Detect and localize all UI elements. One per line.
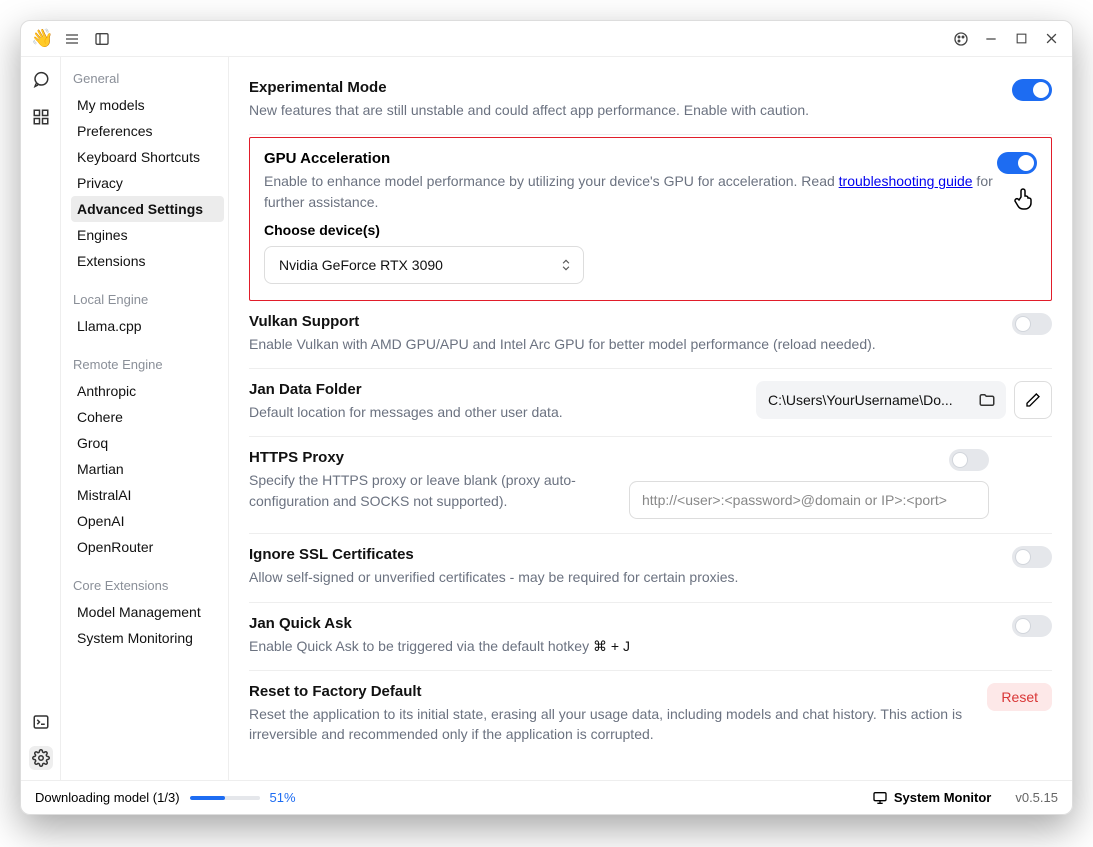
terminal-icon[interactable] — [29, 710, 53, 734]
gpu-device-selected: Nvidia GeForce RTX 3090 — [279, 257, 443, 273]
folder-icon — [978, 391, 996, 409]
datafolder-title: Jan Data Folder — [249, 381, 736, 398]
gpu-troubleshooting-link[interactable]: troubleshooting guide — [839, 173, 973, 189]
sidebar-item-martian[interactable]: Martian — [71, 456, 224, 482]
palette-icon[interactable] — [950, 28, 972, 50]
maximize-button[interactable] — [1010, 28, 1032, 50]
version-label: v0.5.15 — [1015, 790, 1058, 805]
datafolder-path[interactable]: C:\Users\YourUsername\Do... — [756, 381, 1006, 419]
datafolder-desc: Default location for messages and other … — [249, 402, 736, 422]
reset-desc: Reset the application to its initial sta… — [249, 704, 967, 745]
ssl-desc: Allow self-signed or unverified certific… — [249, 567, 992, 587]
experimental-desc: New features that are still unstable and… — [249, 100, 992, 120]
sidebar-item-keyboard-shortcuts[interactable]: Keyboard Shortcuts — [71, 144, 224, 170]
proxy-input[interactable] — [629, 481, 989, 519]
gpu-desc: Enable to enhance model performance by u… — [264, 171, 1037, 212]
sidebar-item-groq[interactable]: Groq — [71, 430, 224, 456]
sidebar-item-openai[interactable]: OpenAI — [71, 508, 224, 534]
sidebar-item-cohere[interactable]: Cohere — [71, 404, 224, 430]
sidebar-item-extensions[interactable]: Extensions — [71, 248, 224, 274]
gpu-device-select[interactable]: Nvidia GeForce RTX 3090 — [264, 246, 584, 284]
download-progress — [190, 796, 260, 800]
close-button[interactable] — [1040, 28, 1062, 50]
experimental-toggle[interactable] — [1012, 79, 1052, 101]
sidebar-item-advanced-settings[interactable]: Advanced Settings — [71, 196, 224, 222]
system-monitor-button[interactable]: System Monitor — [872, 790, 992, 806]
gpu-toggle[interactable] — [997, 152, 1037, 174]
gpu-choose-device-label: Choose device(s) — [264, 222, 1037, 238]
quickask-title: Jan Quick Ask — [249, 615, 992, 632]
chevron-updown-icon — [559, 258, 573, 272]
sidebar-group-header: Local Engine — [73, 292, 224, 307]
sidebar-item-llama.cpp[interactable]: Llama.cpp — [71, 313, 224, 339]
proxy-desc: Specify the HTTPS proxy or leave blank (… — [249, 470, 609, 511]
sidebar-item-my-models[interactable]: My models — [71, 92, 224, 118]
quickask-hotkey: ⌘ + J — [593, 638, 630, 654]
download-percent: 51% — [270, 790, 296, 805]
settings-icon[interactable] — [29, 746, 53, 770]
app-logo-icon: 👋 — [31, 28, 53, 49]
proxy-toggle[interactable] — [949, 449, 989, 471]
minimize-button[interactable] — [980, 28, 1002, 50]
sidebar-item-anthropic[interactable]: Anthropic — [71, 378, 224, 404]
vulkan-toggle[interactable] — [1012, 313, 1052, 335]
vulkan-desc: Enable Vulkan with AMD GPU/APU and Intel… — [249, 334, 992, 354]
sidebar-item-mistralai[interactable]: MistralAI — [71, 482, 224, 508]
reset-title: Reset to Factory Default — [249, 683, 967, 700]
sidebar-item-engines[interactable]: Engines — [71, 222, 224, 248]
chat-icon[interactable] — [29, 67, 53, 91]
grid-icon[interactable] — [29, 105, 53, 129]
gpu-acceleration-section: GPU Acceleration Enable to enhance model… — [249, 137, 1052, 301]
reset-button[interactable]: Reset — [987, 683, 1052, 711]
quickask-toggle[interactable] — [1012, 615, 1052, 637]
datafolder-edit-button[interactable] — [1014, 381, 1052, 419]
sidebar-item-system-monitoring[interactable]: System Monitoring — [71, 625, 224, 651]
sidebar-group-header: General — [73, 71, 224, 86]
sidebar-item-openrouter[interactable]: OpenRouter — [71, 534, 224, 560]
vulkan-title: Vulkan Support — [249, 313, 992, 330]
sidebar-item-privacy[interactable]: Privacy — [71, 170, 224, 196]
sidebar-item-preferences[interactable]: Preferences — [71, 118, 224, 144]
hamburger-icon[interactable] — [61, 28, 83, 50]
sidebar-group-header: Core Extensions — [73, 578, 224, 593]
ssl-toggle[interactable] — [1012, 546, 1052, 568]
sidebar-group-header: Remote Engine — [73, 357, 224, 372]
quickask-desc: Enable Quick Ask to be triggered via the… — [249, 636, 992, 656]
panel-toggle-icon[interactable] — [91, 28, 113, 50]
sidebar-item-model-management[interactable]: Model Management — [71, 599, 224, 625]
download-status: Downloading model (1/3) — [35, 790, 180, 805]
experimental-title: Experimental Mode — [249, 79, 992, 96]
proxy-title: HTTPS Proxy — [249, 449, 609, 466]
gpu-title: GPU Acceleration — [264, 150, 1037, 167]
ssl-title: Ignore SSL Certificates — [249, 546, 992, 563]
